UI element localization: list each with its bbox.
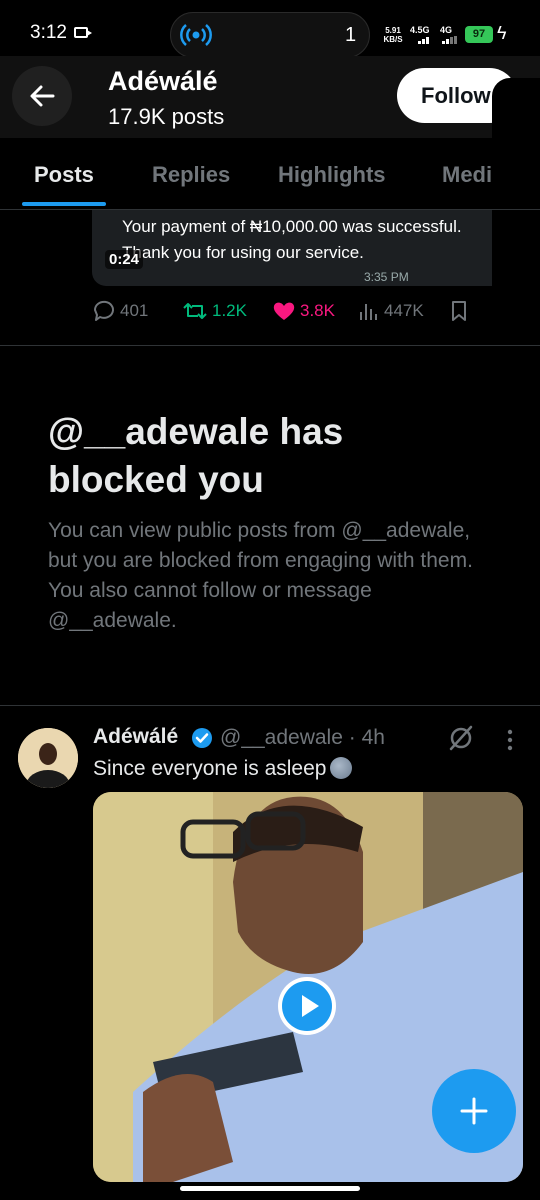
- verified-badge-icon: [192, 728, 212, 748]
- bookmark-button[interactable]: [450, 300, 468, 322]
- blocked-description: You can view public posts from @__adewal…: [48, 519, 473, 632]
- views-icon: [360, 304, 377, 320]
- receipt-text: Your payment of ₦10,000.00 was successfu…: [122, 217, 462, 262]
- blocked-title: @__adewale has blocked you: [48, 411, 344, 500]
- heart-icon: [273, 302, 295, 320]
- plus-icon: [460, 1097, 488, 1125]
- avatar[interactable]: [18, 728, 78, 788]
- reply-count: 401: [120, 301, 149, 320]
- notification-count: 1: [345, 24, 357, 46]
- tab-highlights[interactable]: Highlights: [278, 162, 386, 188]
- tab-media[interactable]: Medi: [442, 162, 492, 188]
- like-button[interactable]: 3.8K: [272, 300, 335, 322]
- reply-button[interactable]: 401: [92, 300, 148, 322]
- compose-button[interactable]: [432, 1069, 516, 1153]
- grok-icon[interactable]: [447, 724, 475, 752]
- moon-emoji-icon: [330, 757, 353, 779]
- bookmark-icon: [452, 301, 466, 321]
- like-count: 3.8K: [300, 301, 335, 320]
- battery-icon: 97: [465, 26, 493, 43]
- home-indicator[interactable]: [180, 1186, 360, 1191]
- signal-icon: [442, 36, 457, 44]
- view-count: 447K: [384, 301, 424, 320]
- repost-button[interactable]: 1.2K: [182, 300, 247, 322]
- views-button[interactable]: 447K: [358, 300, 424, 322]
- avatar-image: [18, 728, 78, 788]
- tweet-handle-time[interactable]: @__adewale · 4h: [220, 726, 385, 750]
- arrow-left-icon: [30, 85, 55, 107]
- profile-name: Adéwálé: [108, 66, 218, 96]
- tab-posts[interactable]: Posts: [34, 162, 94, 188]
- back-button[interactable]: [12, 66, 72, 126]
- status-time: 3:12: [30, 22, 67, 43]
- overlay-edge: [492, 78, 540, 378]
- network-type-2: 4G: [440, 25, 453, 35]
- tweet-actions: 401 1.2K 3.8K 447K: [92, 300, 512, 328]
- tweet-text: Since everyone is asleep: [93, 757, 353, 781]
- broadcast-icon: [180, 24, 212, 46]
- reply-icon: [93, 300, 114, 321]
- more-options-icon[interactable]: [505, 728, 515, 752]
- play-button[interactable]: [278, 977, 336, 1035]
- active-tab-indicator: [22, 202, 106, 206]
- tweet-author-name[interactable]: Adéwálé: [93, 725, 178, 749]
- repost-count: 1.2K: [212, 301, 247, 320]
- net-speed: 5.91 KB/S: [383, 26, 403, 44]
- screen-record-icon: [74, 27, 92, 38]
- profile-tabs: Posts Replies Highlights Medi: [0, 140, 540, 210]
- network-type-1: 4.5G: [410, 25, 430, 35]
- divider: [0, 705, 540, 706]
- charging-icon: ϟ: [497, 23, 507, 43]
- profile-post-count: 17.9K posts: [108, 104, 225, 129]
- receipt-time: 3:35 PM: [364, 270, 409, 284]
- tab-replies[interactable]: Replies: [152, 162, 230, 188]
- signal-icon: [418, 37, 429, 44]
- repost-icon: [183, 303, 207, 319]
- divider: [0, 345, 540, 346]
- video-duration: 0:24: [105, 250, 144, 269]
- video-thumbnail[interactable]: Your payment of ₦10,000.00 was successfu…: [92, 210, 492, 286]
